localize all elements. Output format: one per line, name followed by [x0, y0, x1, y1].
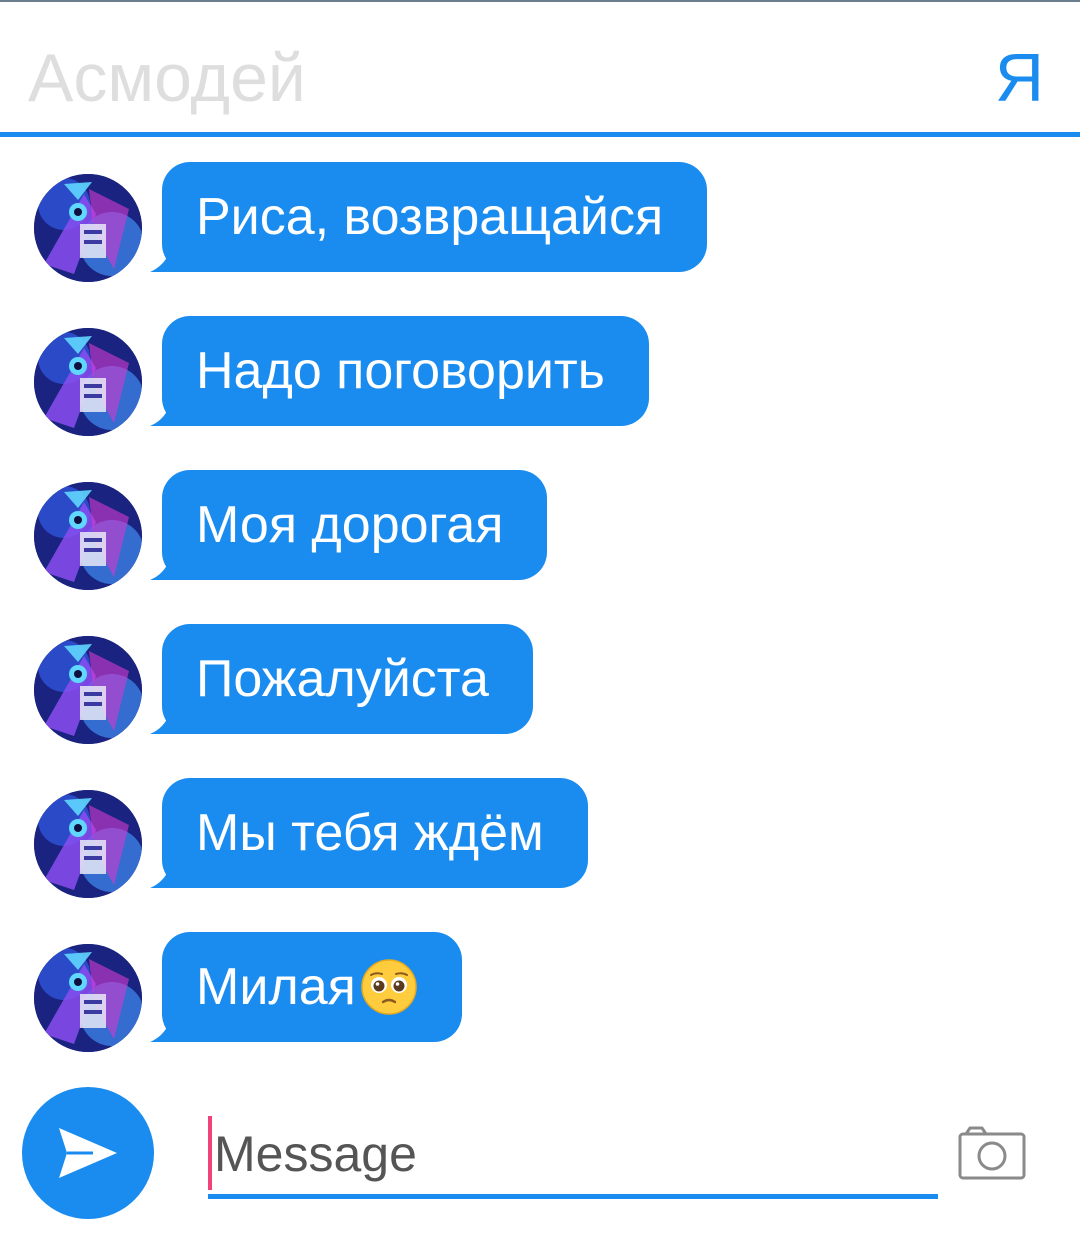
composer: [0, 1080, 1080, 1236]
message-field[interactable]: [208, 1110, 938, 1199]
message-row: Риса, возвращайся: [0, 160, 1080, 314]
text-caret: [208, 1116, 212, 1190]
send-button[interactable]: [22, 1087, 154, 1219]
message-row: Моя дорогая: [0, 468, 1080, 622]
message-text: Надо поговорить: [196, 342, 605, 400]
avatar[interactable]: [34, 636, 142, 744]
message-input[interactable]: [214, 1110, 914, 1198]
send-icon: [59, 1128, 117, 1178]
camera-button[interactable]: [956, 1122, 1028, 1182]
camera-icon: [958, 1126, 1026, 1180]
avatar[interactable]: [34, 790, 142, 898]
input-underline: [208, 1194, 938, 1199]
message-row: Пожалуйста: [0, 622, 1080, 776]
chat-header: Асмодей Я: [0, 2, 1080, 133]
me-label[interactable]: Я: [995, 38, 1044, 118]
message-text: Мы тебя ждём: [196, 804, 544, 862]
avatar[interactable]: [34, 944, 142, 1052]
message-text: Моя дорогая: [196, 496, 504, 554]
message-row: Милая: [0, 930, 1080, 1084]
message-bubble[interactable]: Риса, возвращайся: [150, 162, 708, 272]
pleading-face-emoji-icon: [361, 959, 417, 1015]
message-thread: Риса, возвращайся Надо поговорить Моя до…: [0, 160, 1080, 1084]
message-row: Надо поговорить: [0, 314, 1080, 468]
message-row: Мы тебя ждём: [0, 776, 1080, 930]
message-text: Милая: [196, 958, 356, 1016]
message-bubble[interactable]: Мы тебя ждём: [150, 778, 588, 888]
avatar[interactable]: [34, 174, 142, 282]
message-bubble[interactable]: Пожалуйста: [150, 624, 533, 734]
message-bubble[interactable]: Надо поговорить: [150, 316, 649, 426]
avatar[interactable]: [34, 482, 142, 590]
contact-name[interactable]: Асмодей: [28, 38, 306, 118]
message-bubble[interactable]: Милая: [150, 932, 462, 1042]
avatar[interactable]: [34, 328, 142, 436]
header-divider: [0, 132, 1080, 137]
message-text: Риса, возвращайся: [196, 188, 664, 246]
message-bubble[interactable]: Моя дорогая: [150, 470, 548, 580]
message-text: Пожалуйста: [196, 650, 489, 708]
